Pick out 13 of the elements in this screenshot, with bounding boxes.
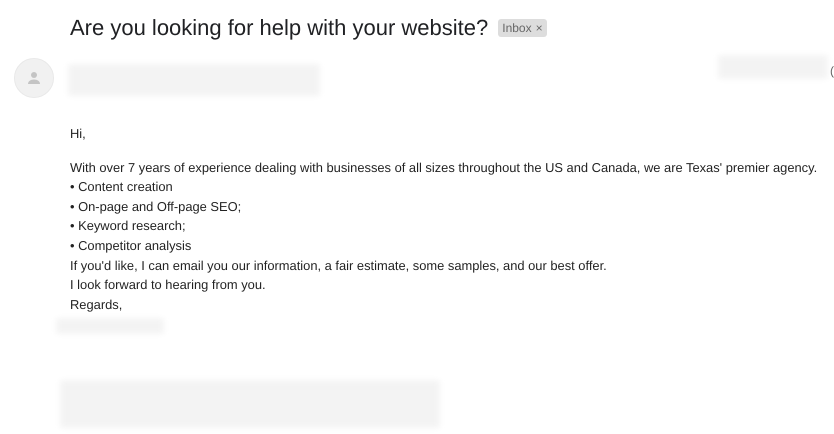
- body-text: • Content creation: [70, 178, 174, 196]
- body-text: • Keyword research;: [70, 217, 187, 236]
- avatar-icon: [14, 58, 54, 98]
- body-text: • Competitor analysis: [70, 236, 192, 255]
- date-text: (: [830, 63, 834, 80]
- inbox-label[interactable]: Inbox ×: [498, 19, 547, 37]
- body-text: • On-page and Off-page SEO;: [70, 198, 242, 216]
- body-text: If you'd like, I can email you our information, a fair estimate, some samples, and our best offer.: [70, 256, 608, 275]
- body-text: I look forward to hearing from you.: [70, 276, 267, 294]
- body-text: Regards,: [70, 296, 124, 314]
- body-text: Hi,: [70, 125, 87, 143]
- body-text: With over 7 years of experience dealing with businesses of all sizes throughout the US and Canada, we are Texas' premier agency.: [70, 158, 818, 177]
- email-subject: Are you looking for help with your website?: [70, 14, 488, 42]
